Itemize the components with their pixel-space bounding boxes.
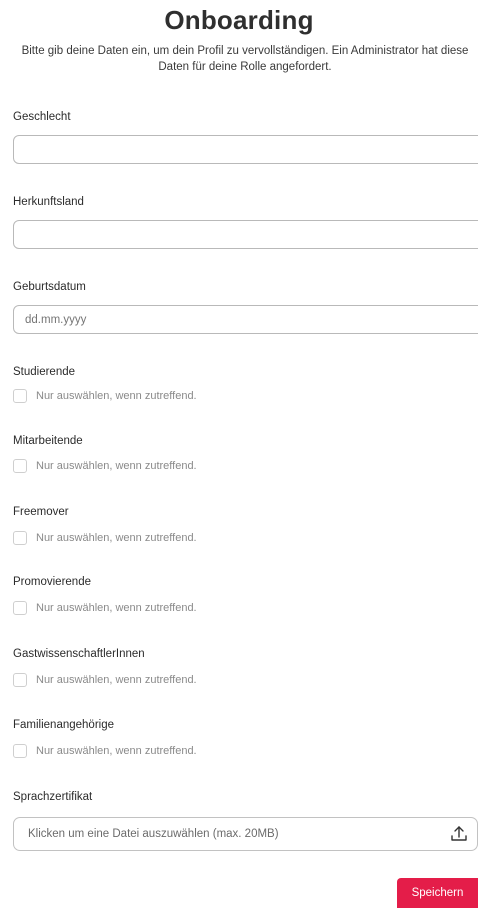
gastwissenschaftlerinnen-label: GastwissenschaftlerInnen: [13, 648, 145, 660]
freemover-hint: Nur auswählen, wenn zutreffend.: [36, 532, 197, 544]
promovierende-checkbox[interactable]: [13, 601, 27, 615]
certificate-label: Sprachzertifikat: [13, 791, 93, 803]
promovierende-option[interactable]: Nur auswählen, wenn zutreffend.: [13, 600, 197, 616]
familienangehoerige-label: Familienangehörige: [13, 719, 115, 731]
save-button[interactable]: Speichern: [397, 878, 478, 908]
freemover-option[interactable]: Nur auswählen, wenn zutreffend.: [13, 530, 197, 546]
gender-field[interactable]: [13, 135, 478, 164]
studierende-hint: Nur auswählen, wenn zutreffend.: [36, 390, 197, 402]
certificate-file-picker[interactable]: Klicken um eine Datei auszuwählen (max. …: [13, 817, 478, 851]
familienangehoerige-hint: Nur auswählen, wenn zutreffend.: [36, 745, 197, 757]
freemover-label: Freemover: [13, 506, 69, 518]
page-title: Onboarding: [164, 5, 314, 35]
birthdate-label: Geburtsdatum: [13, 281, 86, 293]
promovierende-hint: Nur auswählen, wenn zutreffend.: [36, 602, 197, 614]
studierende-label: Studierende: [13, 366, 76, 378]
studierende-option[interactable]: Nur auswählen, wenn zutreffend.: [13, 388, 197, 404]
mitarbeitende-option[interactable]: Nur auswählen, wenn zutreffend.: [13, 458, 197, 474]
country-label: Herkunftsland: [13, 196, 84, 208]
certificate-placeholder: Klicken um eine Datei auszuwählen (max. …: [28, 828, 279, 840]
promovierende-label: Promovierende: [13, 576, 91, 588]
birthdate-field[interactable]: [13, 305, 478, 334]
intro-text: Bitte gib deine Daten ein, um dein Profi…: [21, 45, 469, 73]
studierende-checkbox[interactable]: [13, 389, 27, 403]
familienangehoerige-checkbox[interactable]: [13, 744, 27, 758]
gastwissenschaftlerinnen-checkbox[interactable]: [13, 673, 27, 687]
familienangehoerige-option[interactable]: Nur auswählen, wenn zutreffend.: [13, 743, 197, 759]
mitarbeitende-label: Mitarbeitende: [13, 435, 83, 447]
freemover-checkbox[interactable]: [13, 531, 27, 545]
mitarbeitende-checkbox[interactable]: [13, 459, 27, 473]
country-field[interactable]: [13, 220, 478, 249]
gender-label: Geschlecht: [13, 111, 71, 123]
upload-icon[interactable]: [450, 825, 468, 843]
gastwissenschaftlerinnen-hint: Nur auswählen, wenn zutreffend.: [36, 674, 197, 686]
mitarbeitende-hint: Nur auswählen, wenn zutreffend.: [36, 460, 197, 472]
gastwissenschaftlerinnen-option[interactable]: Nur auswählen, wenn zutreffend.: [13, 672, 197, 688]
